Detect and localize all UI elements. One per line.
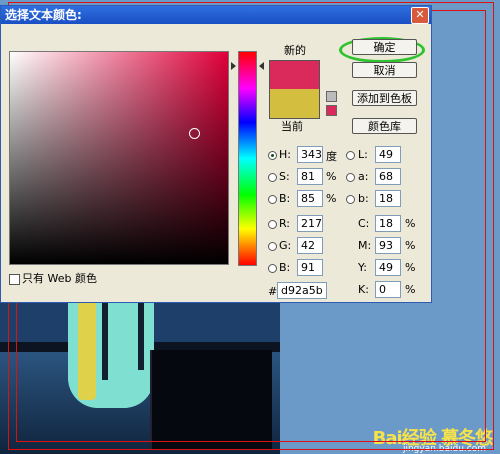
- current-color-label: 当前: [281, 120, 303, 133]
- magenta-field[interactable]: 93: [375, 237, 401, 254]
- brightness-field[interactable]: 85: [297, 190, 323, 207]
- brightness-label: B:: [279, 192, 291, 205]
- magenta-unit: %: [405, 239, 416, 252]
- green-label: G:: [279, 239, 292, 252]
- lab-l-field[interactable]: 49: [375, 146, 401, 163]
- web-only-checkbox[interactable]: 只有 Web 颜色: [9, 270, 97, 286]
- photo-shelf: [150, 350, 272, 450]
- red-field[interactable]: 217: [297, 215, 323, 232]
- web-safe-cube-icon[interactable]: [326, 91, 337, 102]
- new-color-label: 新的: [284, 44, 306, 57]
- checkbox-icon[interactable]: [9, 273, 20, 285]
- blue-field[interactable]: 91: [297, 259, 323, 276]
- yellow-label: Y:: [358, 261, 367, 274]
- hue-field[interactable]: 343: [297, 146, 323, 163]
- dialog-titlebar[interactable]: 选择文本颜色: ✕: [1, 6, 431, 24]
- saturation-label: S:: [279, 170, 290, 183]
- hex-label: #: [268, 285, 278, 298]
- green-radio[interactable]: [268, 242, 277, 251]
- background-photo: [0, 300, 280, 454]
- lab-a-radio[interactable]: [346, 173, 355, 182]
- photo-rod: [102, 300, 108, 380]
- add-to-swatches-button[interactable]: 添加到色板: [352, 90, 417, 106]
- photo-bottle-stripe: [78, 300, 96, 400]
- lab-l-label: L:: [358, 148, 368, 161]
- saturation-field[interactable]: 81: [297, 168, 323, 185]
- yellow-unit: %: [405, 261, 416, 274]
- close-button[interactable]: ✕: [411, 7, 429, 24]
- lab-b-label: b:: [358, 192, 369, 205]
- magenta-label: M:: [358, 239, 372, 252]
- cancel-button[interactable]: 取消: [352, 62, 417, 78]
- cyan-field[interactable]: 18: [375, 215, 401, 232]
- hex-field[interactable]: d92a5b: [277, 282, 327, 299]
- lab-l-radio[interactable]: [346, 151, 355, 160]
- green-field[interactable]: 42: [297, 237, 323, 254]
- black-label: K:: [358, 283, 369, 296]
- hue-slider[interactable]: [238, 51, 257, 266]
- lab-b-field[interactable]: 18: [375, 190, 401, 207]
- hue-radio[interactable]: [268, 151, 277, 160]
- hue-label: H:: [279, 148, 291, 161]
- lab-a-field[interactable]: 68: [375, 168, 401, 185]
- cyan-unit: %: [405, 217, 416, 230]
- current-color-swatch[interactable]: [269, 89, 320, 119]
- red-radio[interactable]: [268, 220, 277, 229]
- watermark-url: jingyan.baidu.com: [402, 444, 486, 454]
- lab-a-label: a:: [358, 170, 369, 183]
- hue-unit: 度: [326, 150, 337, 163]
- brightness-unit: %: [326, 192, 337, 205]
- lab-b-radio[interactable]: [346, 195, 355, 204]
- red-label: R:: [279, 217, 291, 230]
- new-color-swatch: [269, 60, 320, 90]
- yellow-field[interactable]: 49: [375, 259, 401, 276]
- ok-button[interactable]: 确定: [352, 39, 417, 55]
- hue-slider-right-arrow-icon[interactable]: [259, 62, 264, 70]
- dialog-title: 选择文本颜色:: [5, 8, 82, 22]
- color-picker-dialog: 选择文本颜色: ✕ 只有 Web 颜色 新的 当前 确定 取消 添加到色板 颜色…: [0, 5, 432, 303]
- saturation-brightness-field[interactable]: [9, 51, 229, 265]
- web-safe-swatch[interactable]: [326, 105, 337, 116]
- brightness-radio[interactable]: [268, 195, 277, 204]
- blue-radio[interactable]: [268, 264, 277, 273]
- cyan-label: C:: [358, 217, 370, 230]
- photo-rod: [138, 300, 144, 370]
- color-libraries-button[interactable]: 颜色库: [352, 118, 417, 134]
- blue-label: B:: [279, 261, 291, 274]
- hue-slider-left-arrow-icon[interactable]: [231, 62, 236, 70]
- black-field[interactable]: 0: [375, 281, 401, 298]
- saturation-radio[interactable]: [268, 173, 277, 182]
- color-field-cursor-icon[interactable]: [189, 128, 200, 139]
- black-unit: %: [405, 283, 416, 296]
- web-only-label: 只有 Web 颜色: [22, 272, 97, 285]
- saturation-unit: %: [326, 170, 337, 183]
